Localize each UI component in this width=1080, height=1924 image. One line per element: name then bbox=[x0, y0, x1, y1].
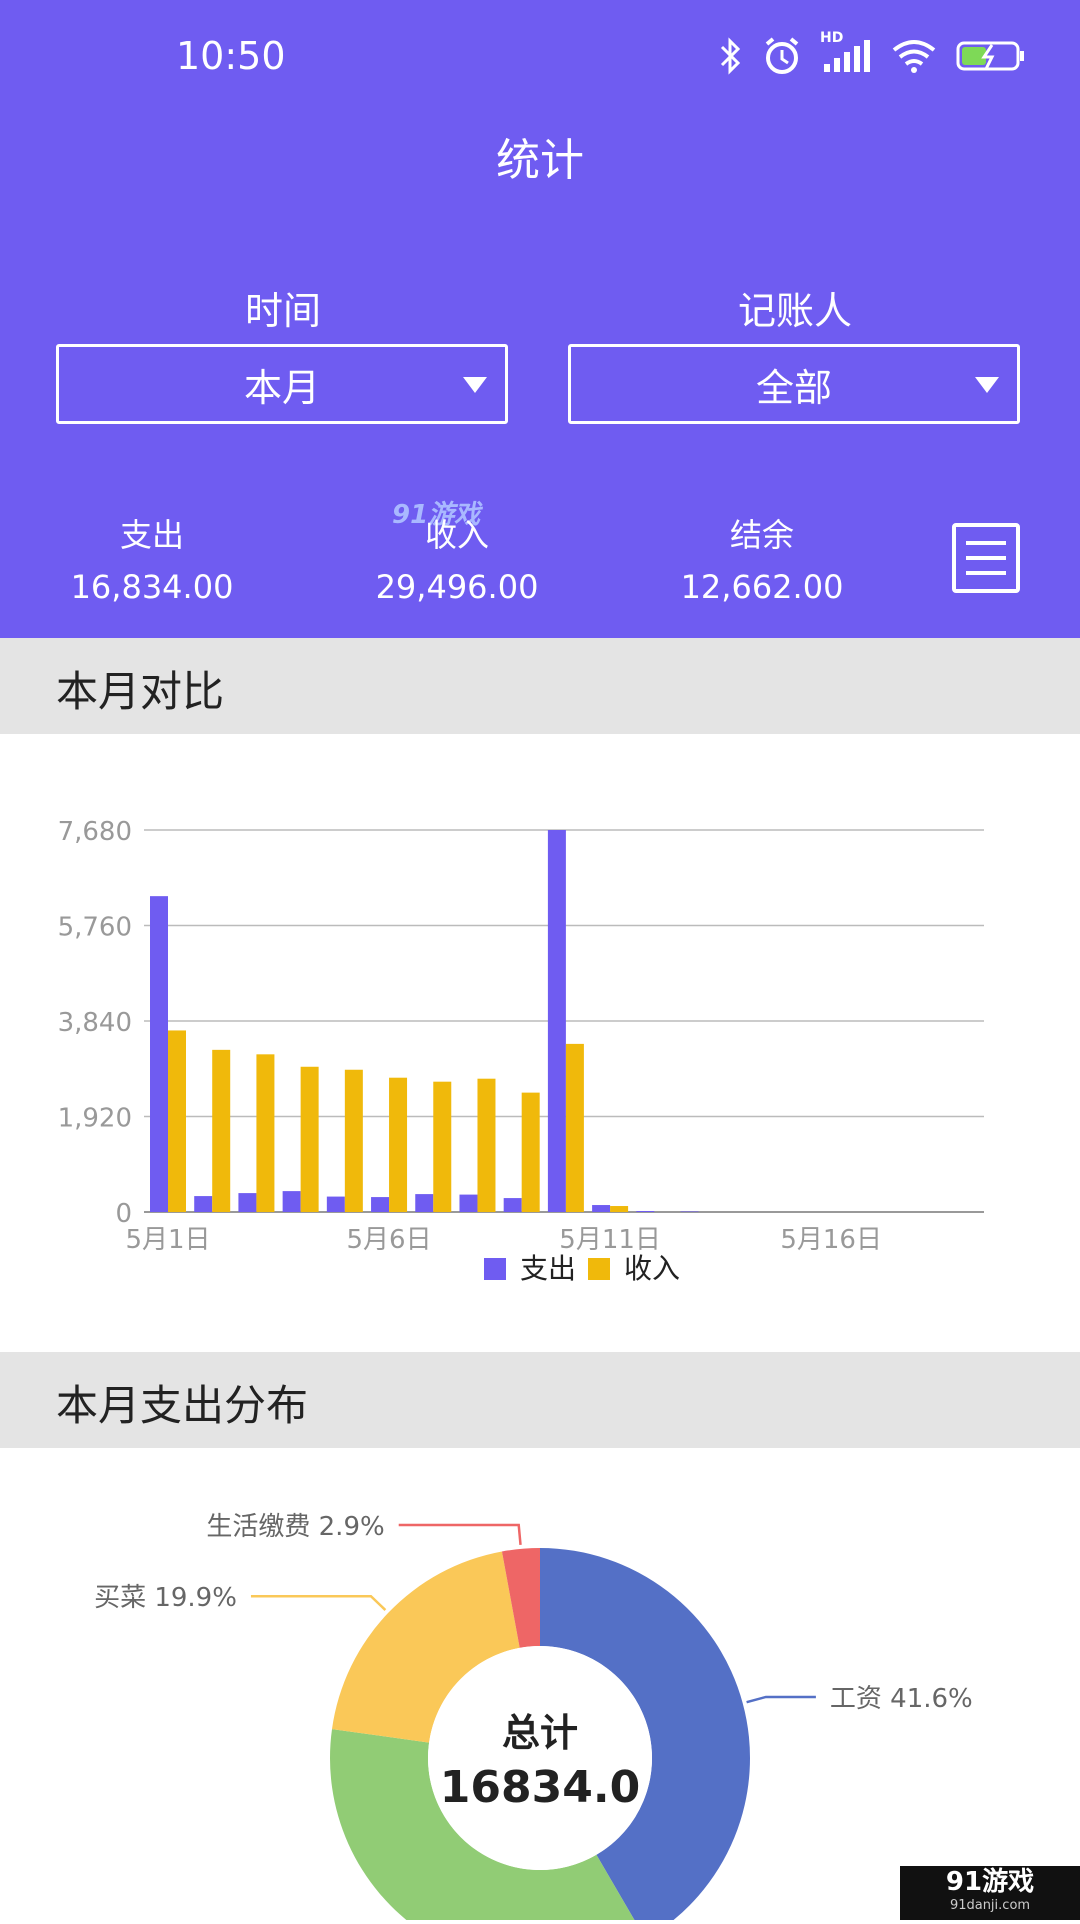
y-tick-label: 1,920 bbox=[58, 1104, 132, 1134]
x-tick-label: 5月1日 bbox=[125, 1225, 210, 1255]
legend-swatch bbox=[484, 1258, 506, 1280]
balance-value: 12,662.00 bbox=[612, 568, 912, 606]
income-bar bbox=[256, 1054, 274, 1212]
expense-label: 支出 bbox=[2, 510, 302, 556]
y-tick-label: 5,760 bbox=[58, 913, 132, 943]
bookkeeper-filter-label: 记账人 bbox=[565, 280, 1025, 335]
comparison-title: 本月对比 bbox=[56, 658, 224, 719]
y-tick-label: 3,840 bbox=[58, 1008, 132, 1038]
expense-bar bbox=[504, 1198, 522, 1212]
expense-summary: 支出 16,834.00 bbox=[2, 510, 302, 606]
list-icon bbox=[966, 541, 1006, 545]
income-bar bbox=[301, 1067, 319, 1212]
expense-bar bbox=[238, 1193, 256, 1212]
expense-bar bbox=[371, 1197, 389, 1212]
expense-bar bbox=[327, 1197, 345, 1212]
balance-label: 结余 bbox=[612, 510, 912, 556]
expense-bar bbox=[415, 1194, 433, 1212]
list-view-button[interactable] bbox=[952, 523, 1020, 593]
legend-swatch bbox=[588, 1258, 610, 1280]
expense-bar bbox=[150, 896, 168, 1212]
income-label: 收入 bbox=[307, 510, 607, 556]
x-tick-label: 5月6日 bbox=[347, 1225, 432, 1255]
hd-badge: HD bbox=[820, 30, 843, 46]
slice-label-line bbox=[747, 1697, 816, 1702]
bookkeeper-select-value: 全部 bbox=[756, 357, 832, 412]
expense-bar bbox=[459, 1195, 477, 1212]
distribution-section-header: 本月支出分布 bbox=[0, 1352, 1080, 1448]
slice-label: 工资 41.6% bbox=[830, 1684, 973, 1714]
list-icon-line bbox=[966, 556, 1006, 560]
income-bar bbox=[389, 1078, 407, 1212]
income-bar bbox=[477, 1079, 495, 1212]
expense-bar bbox=[548, 830, 566, 1212]
slice-label: 生活缴费 2.9% bbox=[206, 1512, 384, 1542]
legend-label: 支出 bbox=[520, 1252, 576, 1285]
comparison-bar-chart: 01,9203,8405,7607,6805月1日5月6日5月11日5月16日支… bbox=[0, 732, 1080, 1352]
page-title: 统计 bbox=[0, 124, 1080, 188]
x-tick-label: 5月11日 bbox=[559, 1225, 661, 1255]
donut-center-value: 16834.0 bbox=[440, 1762, 640, 1813]
time-select[interactable]: 本月 bbox=[56, 344, 508, 424]
list-icon-line bbox=[966, 571, 1006, 575]
donut-hole bbox=[428, 1646, 652, 1870]
brand-url: 91danji.com bbox=[900, 1898, 1080, 1913]
bookkeeper-select[interactable]: 全部 bbox=[568, 344, 1020, 424]
header: 10:50 HD 统计 时间 记账人 本月 全部 bbox=[0, 0, 1080, 638]
brand-name: 91游戏 bbox=[900, 1866, 1080, 1898]
income-bar bbox=[345, 1070, 363, 1212]
alarm-icon bbox=[762, 36, 802, 84]
distribution-title: 本月支出分布 bbox=[56, 1372, 308, 1433]
x-tick-label: 5月16日 bbox=[780, 1225, 882, 1255]
brand-logo: 91游戏 91danji.com bbox=[900, 1866, 1080, 1920]
income-summary: 收入 29,496.00 bbox=[307, 510, 607, 606]
battery-icon bbox=[956, 39, 1026, 81]
income-bar bbox=[433, 1082, 451, 1212]
slice-label: 买菜 19.9% bbox=[94, 1583, 237, 1613]
dropdown-arrow-icon bbox=[463, 377, 487, 393]
y-tick-label: 7,680 bbox=[58, 817, 132, 847]
legend-label: 收入 bbox=[624, 1252, 680, 1285]
status-bar: 10:50 HD bbox=[0, 0, 1080, 120]
time-select-value: 本月 bbox=[244, 357, 320, 412]
income-bar bbox=[212, 1050, 230, 1212]
slice-label-line bbox=[399, 1525, 521, 1545]
expense-bar bbox=[636, 1211, 654, 1212]
donut-center-label: 总计 bbox=[502, 1711, 578, 1755]
status-time: 10:50 bbox=[176, 34, 286, 78]
balance-summary: 结余 12,662.00 bbox=[612, 510, 912, 606]
comparison-section-header: 本月对比 bbox=[0, 638, 1080, 734]
status-icons: HD bbox=[718, 36, 1026, 84]
income-bar bbox=[566, 1044, 584, 1212]
bluetooth-icon bbox=[718, 37, 744, 83]
signal-icon: HD bbox=[820, 38, 872, 82]
expense-value: 16,834.00 bbox=[2, 568, 302, 606]
income-bar bbox=[522, 1093, 540, 1212]
expense-bar bbox=[194, 1196, 212, 1212]
income-value: 29,496.00 bbox=[307, 568, 607, 606]
dropdown-arrow-icon bbox=[975, 377, 999, 393]
donut-chart-svg: 工资 41.6% 买菜 19.9% 生活缴费 2.9% 总计 16834.0 bbox=[0, 1448, 1080, 1920]
time-filter-label: 时间 bbox=[53, 280, 513, 335]
bar-chart-svg: 01,9203,8405,7607,6805月1日5月6日5月11日5月16日支… bbox=[0, 732, 1080, 1352]
wifi-icon bbox=[890, 38, 938, 82]
expense-donut-chart: 工资 41.6% 买菜 19.9% 生活缴费 2.9% 总计 16834.0 bbox=[0, 1448, 1080, 1920]
income-bar bbox=[610, 1206, 628, 1212]
expense-bar bbox=[283, 1191, 301, 1212]
slice-label-line bbox=[251, 1596, 385, 1610]
expense-bar bbox=[592, 1205, 610, 1212]
income-bar bbox=[168, 1030, 186, 1212]
